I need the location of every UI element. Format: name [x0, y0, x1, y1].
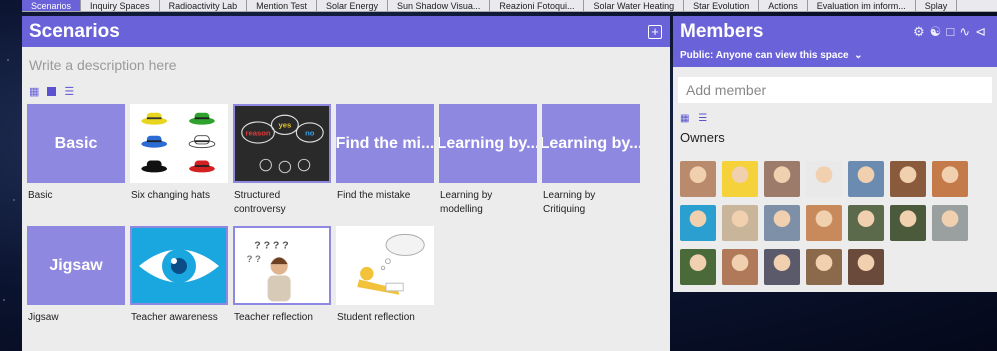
member-avatar[interactable]: [764, 249, 800, 285]
scenario-caption: Teacher reflection: [234, 312, 313, 323]
scenarios-panel: Scenarios + Write a description here ▦ ☰…: [22, 16, 670, 351]
scenario-card-student-reflection[interactable]: Student reflection: [336, 226, 434, 325]
member-avatar[interactable]: [848, 249, 884, 285]
scenario-caption: Six changing hats: [131, 190, 210, 201]
tab-scenarios[interactable]: Scenarios: [22, 0, 82, 11]
scenario-caption: Find the mistake: [337, 190, 411, 201]
scenarios-title: Scenarios: [29, 20, 120, 42]
user-icon[interactable]: ☯: [930, 24, 947, 39]
scenario-caption: Learning by Critiquing: [543, 190, 596, 215]
controversy-image: reason yes no: [233, 104, 331, 183]
activity-icon[interactable]: ∿: [959, 24, 975, 39]
scenario-thumb: Basic: [27, 104, 125, 183]
member-avatar[interactable]: [932, 161, 968, 197]
visibility-label: Public: Anyone can view this space: [680, 50, 849, 61]
bubble-yes: yes: [278, 121, 291, 130]
member-avatar[interactable]: [890, 161, 926, 197]
scenario-thumb: Jigsaw: [27, 226, 125, 305]
member-avatar[interactable]: [806, 161, 842, 197]
scenario-card-teacher-awareness[interactable]: Teacher awareness: [130, 226, 228, 325]
scenario-card-learning-critiquing[interactable]: Learning by... Learning by Critiquing: [542, 104, 640, 217]
chevron-down-icon: ⌄: [851, 50, 863, 61]
owners-label: Owners: [680, 130, 725, 145]
members-header: Members ⚙☯□∿⊲: [673, 16, 997, 47]
eye-icon: [130, 226, 228, 305]
member-avatar[interactable]: [680, 249, 716, 285]
visibility-select[interactable]: Public: Anyone can view this space ⌄: [673, 47, 997, 67]
tab-solar-energy[interactable]: Solar Energy: [317, 0, 389, 11]
tab-sun-shadow-visua[interactable]: Sun Shadow Visua...: [388, 0, 491, 11]
tab-radioactivity-lab[interactable]: Radioactivity Lab: [160, 0, 248, 11]
tab-splay[interactable]: Splay: [916, 0, 958, 11]
tab-actions[interactable]: Actions: [759, 0, 808, 11]
tab-reazioni-fotoqui[interactable]: Reazioni Fotoqui...: [490, 0, 585, 11]
tab-evaluation-im-inform[interactable]: Evaluation im inform...: [808, 0, 916, 11]
list-icon[interactable]: ☰: [64, 85, 74, 98]
members-title: Members: [680, 20, 764, 42]
green-hat-icon: [189, 112, 215, 125]
tab-mention-test[interactable]: Mention Test: [247, 0, 317, 11]
student-thinking-image: [336, 226, 434, 305]
thinking-person-image: ? ? ? ? ? ?: [233, 226, 331, 305]
member-avatar[interactable]: [722, 249, 758, 285]
member-avatar[interactable]: [680, 205, 716, 241]
scenario-card-find-mistake[interactable]: Find the mi... Find the mistake: [336, 104, 434, 203]
scenario-caption: Basic: [28, 190, 53, 201]
view-toggle: ▦ ☰: [22, 73, 670, 98]
members-panel: Members ⚙☯□∿⊲ Public: Anyone can view th…: [673, 16, 997, 292]
member-avatar[interactable]: [680, 161, 716, 197]
scenario-caption: Teacher awareness: [131, 312, 218, 323]
add-member-input[interactable]: Add member: [678, 77, 992, 103]
list-icon[interactable]: ☰: [698, 113, 707, 124]
tab-star-evolution[interactable]: Star Evolution: [684, 0, 760, 11]
scenario-caption: Jigsaw: [28, 312, 59, 323]
white-hat-icon: [188, 135, 216, 149]
red-hat-icon: [189, 160, 215, 173]
scenario-card-basic[interactable]: Basic Basic: [27, 104, 125, 203]
member-avatar[interactable]: [932, 205, 968, 241]
scenarios-header: Scenarios +: [22, 16, 670, 47]
scenario-thumb: Learning by...: [439, 104, 537, 183]
hats-image: [130, 104, 228, 183]
scenario-card-six-hats[interactable]: Six changing hats: [130, 104, 228, 203]
tab-strip: Scenarios Inquiry Spaces Radioactivity Lab…: [22, 0, 997, 12]
member-avatar[interactable]: [890, 205, 926, 241]
small-grid-icon[interactable]: ▦: [29, 85, 39, 98]
member-avatar[interactable]: [848, 161, 884, 197]
members-toolbar: ⚙☯□∿⊲: [913, 24, 991, 40]
yellow-hat-icon: [141, 112, 168, 125]
member-avatar[interactable]: [722, 161, 758, 197]
add-scenario-button[interactable]: +: [648, 24, 662, 39]
gear-icon[interactable]: ⚙: [913, 24, 930, 39]
scenario-card-learning-modelling[interactable]: Learning by... Learning by modelling: [439, 104, 537, 217]
black-hat-icon: [141, 160, 168, 173]
scenario-caption: Learning by modelling: [440, 190, 493, 215]
member-avatar[interactable]: [722, 205, 758, 241]
tab-inquiry-spaces[interactable]: Inquiry Spaces: [81, 0, 160, 11]
description-field[interactable]: Write a description here: [22, 47, 670, 73]
member-avatar[interactable]: [806, 205, 842, 241]
svg-text:? ?: ? ?: [247, 254, 261, 265]
scenario-caption: Structured controversy: [234, 190, 286, 215]
scenario-card-teacher-reflection[interactable]: ? ? ? ? ? ? Teacher reflection: [233, 226, 331, 325]
members-view-toggle: ▦ ☰: [673, 103, 997, 124]
member-avatar[interactable]: [806, 249, 842, 285]
scenario-thumb: Find the mi...: [336, 104, 434, 183]
member-avatar[interactable]: [764, 205, 800, 241]
member-avatar[interactable]: [764, 161, 800, 197]
member-avatar[interactable]: [848, 205, 884, 241]
scenario-caption: Student reflection: [337, 312, 415, 323]
grid-icon[interactable]: ▦: [680, 113, 689, 124]
svg-text:? ? ? ?: ? ? ? ?: [254, 240, 288, 252]
scenario-card-jigsaw[interactable]: Jigsaw Jigsaw: [27, 226, 125, 325]
chat-icon[interactable]: □: [946, 24, 959, 39]
bubble-no: no: [305, 128, 315, 137]
bubble-reason: reason: [246, 128, 271, 137]
scenario-thumb: Learning by...: [542, 104, 640, 183]
tab-solar-water-heating[interactable]: Solar Water Heating: [584, 0, 685, 11]
large-grid-icon[interactable]: [47, 87, 57, 96]
blue-hat-icon: [141, 135, 168, 148]
share-icon[interactable]: ⊲: [975, 24, 991, 39]
scenario-card-structured-controversy[interactable]: reason yes no Structured controversy: [233, 104, 331, 217]
